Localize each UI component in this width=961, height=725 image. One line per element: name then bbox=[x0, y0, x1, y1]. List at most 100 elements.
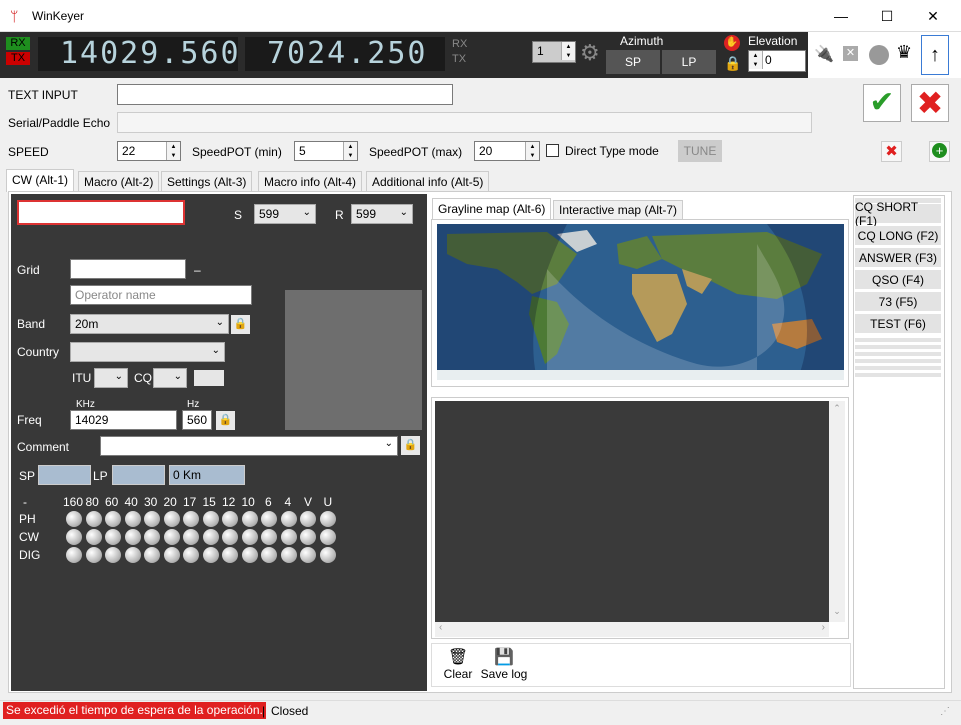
pot-min-label: SpeedPOT (min) bbox=[192, 145, 282, 159]
channel-spinner[interactable]: 1 ▲ ▼ bbox=[532, 41, 576, 63]
worked-led bbox=[241, 529, 258, 545]
comment-lock-icon[interactable]: 🔒 bbox=[401, 436, 420, 455]
country-label: Country bbox=[17, 345, 60, 359]
timer-icon[interactable] bbox=[869, 45, 889, 65]
band-select[interactable]: 20m ⌄ bbox=[70, 314, 229, 334]
worked-led bbox=[202, 529, 219, 545]
speed-label: SPEED bbox=[8, 145, 49, 159]
gear-icon[interactable]: ⚙ bbox=[580, 40, 600, 66]
pot-min-spinner[interactable]: 5 ▲ ▼ bbox=[294, 141, 358, 161]
grid-input[interactable] bbox=[70, 259, 186, 279]
tab-additional-info[interactable]: Additional info (Alt-5) bbox=[366, 171, 490, 191]
worked-led bbox=[183, 547, 199, 563]
echo-label: Serial/Paddle Echo bbox=[8, 116, 111, 130]
tune-button[interactable]: TUNE bbox=[678, 140, 722, 162]
map-tab-grayline[interactable]: Grayline map (Alt-6) bbox=[432, 198, 552, 220]
band-header-60: 60 bbox=[105, 495, 119, 509]
pot-max-spinner[interactable]: 20 ▲ ▼ bbox=[474, 141, 540, 161]
save-log-button[interactable]: 💾 Save log bbox=[480, 647, 528, 681]
direct-type-label: Direct Type mode bbox=[565, 144, 659, 158]
band-header-160: 160 bbox=[63, 495, 84, 509]
worked-led bbox=[300, 511, 316, 527]
macro-button[interactable]: QSO (F4) bbox=[855, 270, 941, 290]
macro-empty-slots bbox=[855, 338, 941, 378]
chevron-down-icon: ⌄ bbox=[399, 207, 408, 218]
tab-macro-info[interactable]: Macro info (Alt-4) bbox=[258, 171, 363, 191]
title-bar: ᛘ WinKeyer — ☐ ✕ bbox=[0, 0, 961, 32]
text-input-field[interactable] bbox=[117, 84, 453, 105]
s-report-select[interactable]: 599 ⌄ bbox=[254, 204, 316, 224]
cancel-button[interactable]: ✖ bbox=[911, 84, 949, 122]
log-horizontal-scrollbar[interactable]: ‹ › bbox=[435, 622, 829, 637]
up-arrow-button[interactable]: ↑ bbox=[921, 35, 949, 75]
tab-macro[interactable]: Macro (Alt-2) bbox=[78, 171, 160, 191]
confirm-button[interactable]: ✔ bbox=[863, 84, 901, 122]
mode-label-ph: PH bbox=[19, 512, 36, 526]
comment-label: Comment bbox=[17, 440, 70, 454]
world-map-image bbox=[437, 224, 844, 380]
add-icon[interactable]: + bbox=[929, 141, 950, 162]
macro-button[interactable]: ANSWER (F3) bbox=[855, 248, 941, 268]
close-button[interactable]: ✕ bbox=[910, 0, 956, 32]
worked-led bbox=[144, 511, 160, 527]
band-header-40: 40 bbox=[124, 495, 138, 509]
log-vertical-scrollbar[interactable]: ⌃ ⌄ bbox=[829, 401, 845, 622]
crown-icon[interactable]: ♛ bbox=[896, 42, 912, 63]
maximize-button[interactable]: ☐ bbox=[864, 0, 910, 32]
disconnect-icon[interactable]: ✕ bbox=[843, 46, 858, 61]
worked-led bbox=[66, 547, 82, 563]
grid-label: Grid bbox=[17, 263, 40, 277]
worked-led bbox=[222, 511, 238, 527]
comment-combo[interactable]: ⌄ bbox=[100, 436, 398, 456]
cq-select[interactable]: ⌄ bbox=[153, 368, 187, 388]
azimuth-sp-button[interactable]: SP bbox=[606, 50, 660, 74]
azimuth-lp-button[interactable]: LP bbox=[662, 50, 716, 74]
worked-led bbox=[261, 547, 277, 563]
map-tab-interactive[interactable]: Interactive map (Alt-7) bbox=[553, 200, 684, 220]
speed-spinner[interactable]: 22 ▲ ▼ bbox=[117, 141, 181, 161]
mode-label-dig: DIG bbox=[19, 548, 41, 562]
macro-button[interactable]: TEST (F6) bbox=[855, 314, 941, 334]
status-connection: Closed bbox=[271, 704, 309, 718]
freq-khz-input[interactable]: 14029 bbox=[70, 410, 177, 430]
tab-cw[interactable]: CW (Alt-1) bbox=[6, 169, 74, 192]
band-header-30: 30 bbox=[144, 495, 158, 509]
direct-type-checkbox[interactable] bbox=[546, 144, 559, 157]
band-header-4: 4 bbox=[284, 495, 292, 509]
worked-led bbox=[280, 511, 297, 527]
log-textarea[interactable] bbox=[435, 401, 829, 622]
r-report-select[interactable]: 599 ⌄ bbox=[351, 204, 413, 224]
band-header-U: U bbox=[323, 495, 333, 509]
macro-button[interactable]: 73 (F5) bbox=[855, 292, 941, 312]
country-select[interactable]: ⌄ bbox=[70, 342, 225, 362]
callsign-input[interactable] bbox=[17, 200, 185, 225]
chevron-down-icon: ⌄ bbox=[173, 371, 182, 382]
worked-led bbox=[105, 529, 121, 545]
worked-led bbox=[222, 529, 238, 545]
resize-grip-icon[interactable]: ⋰ bbox=[940, 706, 950, 717]
freq-lock-icon[interactable]: 🔒 bbox=[216, 411, 235, 430]
worked-led bbox=[280, 547, 297, 563]
freq-hz-input[interactable]: 560 bbox=[182, 410, 212, 430]
hz-label: Hz bbox=[187, 399, 200, 410]
band-lock-icon[interactable]: 🔒 bbox=[231, 315, 250, 334]
plug-icon[interactable]: 🔌 bbox=[814, 44, 834, 64]
elevation-spinner[interactable]: 0 ▲ ▼ bbox=[748, 50, 806, 72]
itu-select[interactable]: ⌄ bbox=[94, 368, 128, 388]
grayline-map bbox=[437, 224, 844, 380]
remove-icon[interactable]: ✖ bbox=[881, 141, 902, 162]
clear-button[interactable]: 🗑 Clear bbox=[443, 647, 473, 681]
tab-settings[interactable]: Settings (Alt-3) bbox=[161, 171, 253, 191]
worked-led bbox=[124, 547, 141, 563]
status-error: Se excedió el tiempo de espera de la ope… bbox=[3, 702, 266, 719]
band-header-12: 12 bbox=[222, 495, 236, 509]
worked-led bbox=[163, 511, 180, 527]
macro-button[interactable]: CQ SHORT (F1) bbox=[855, 200, 941, 228]
lock-icon[interactable]: 🔒 bbox=[724, 55, 741, 72]
minimize-button[interactable]: — bbox=[818, 0, 864, 32]
band-label: Band bbox=[17, 317, 46, 331]
operator-name-input[interactable]: Operator name bbox=[70, 285, 252, 305]
stop-hand-icon[interactable]: ✋ bbox=[724, 35, 740, 51]
worked-led bbox=[280, 529, 297, 545]
macro-button[interactable]: CQ LONG (F2) bbox=[855, 226, 941, 246]
